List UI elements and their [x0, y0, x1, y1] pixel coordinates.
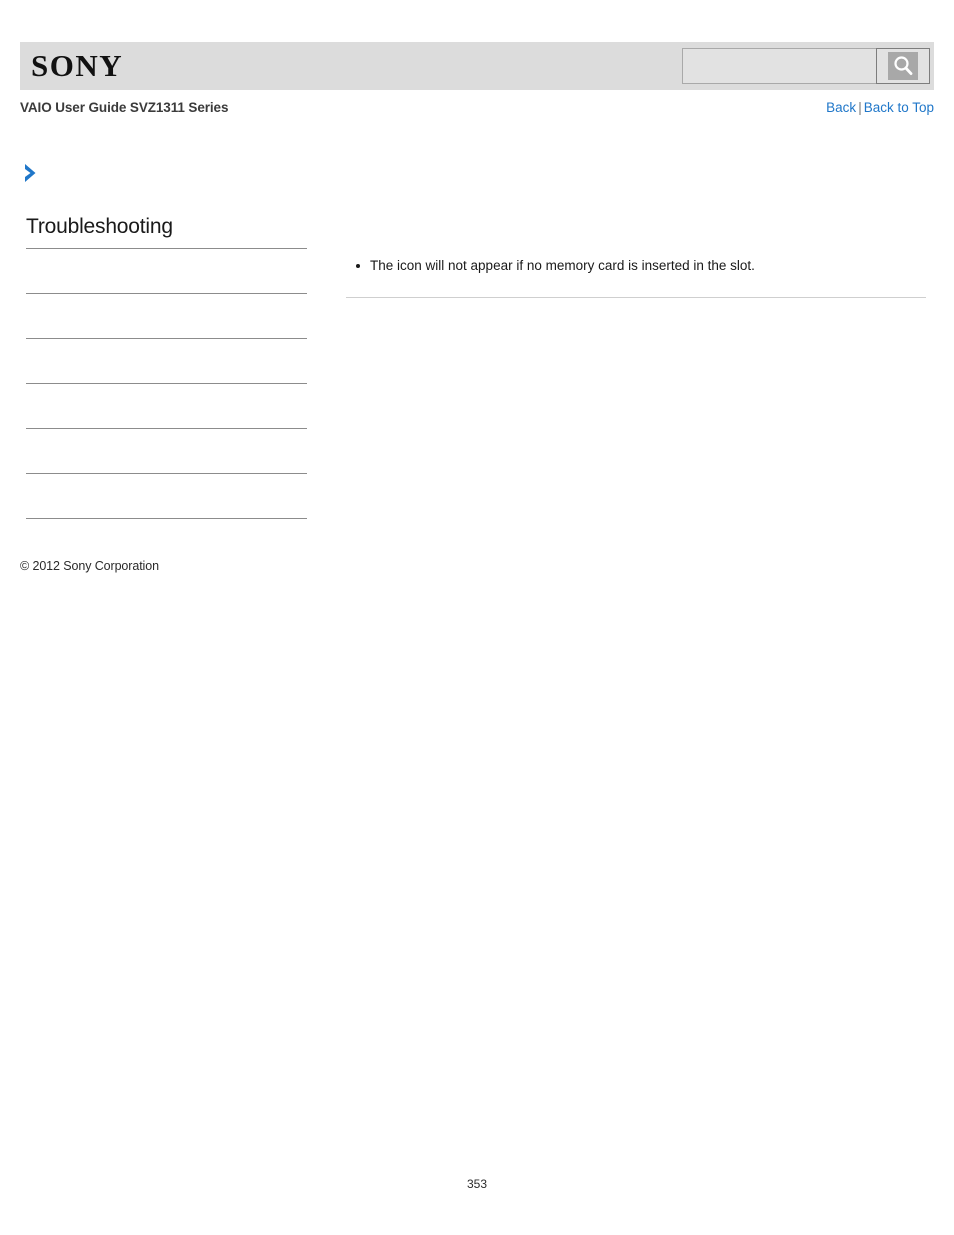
- sidebar-item[interactable]: [26, 339, 307, 384]
- back-to-top-link[interactable]: Back to Top: [864, 100, 934, 115]
- header-nav-links: Back | Back to Top: [826, 100, 934, 115]
- sidebar-title: Troubleshooting: [26, 214, 307, 249]
- sidebar: Troubleshooting: [26, 214, 307, 519]
- page-number: 353: [466, 1177, 488, 1191]
- main-content: The icon will not appear if no memory ca…: [346, 256, 926, 306]
- back-link[interactable]: Back: [826, 100, 856, 115]
- copyright-notice: © 2012 Sony Corporation: [20, 559, 159, 573]
- sidebar-item[interactable]: [26, 384, 307, 429]
- sony-logo: SONY: [31, 48, 124, 83]
- site-header: SONY: [20, 42, 934, 90]
- list-item: The icon will not appear if no memory ca…: [346, 256, 926, 276]
- note-list: The icon will not appear if no memory ca…: [346, 256, 926, 276]
- sidebar-item[interactable]: [26, 429, 307, 474]
- search-icon: [888, 52, 918, 80]
- sidebar-item[interactable]: [26, 249, 307, 294]
- link-separator: |: [858, 100, 862, 115]
- content-divider: [346, 297, 926, 298]
- search-area: [682, 48, 930, 84]
- sidebar-item[interactable]: [26, 474, 307, 519]
- page-title: VAIO User Guide SVZ1311 Series: [20, 100, 229, 115]
- sidebar-item[interactable]: [26, 294, 307, 339]
- breadcrumb: [20, 160, 934, 186]
- subheader: VAIO User Guide SVZ1311 Series Back | Back…: [20, 100, 934, 120]
- search-input[interactable]: [682, 48, 876, 84]
- search-button[interactable]: [876, 48, 930, 84]
- chevron-right-icon: [20, 162, 42, 184]
